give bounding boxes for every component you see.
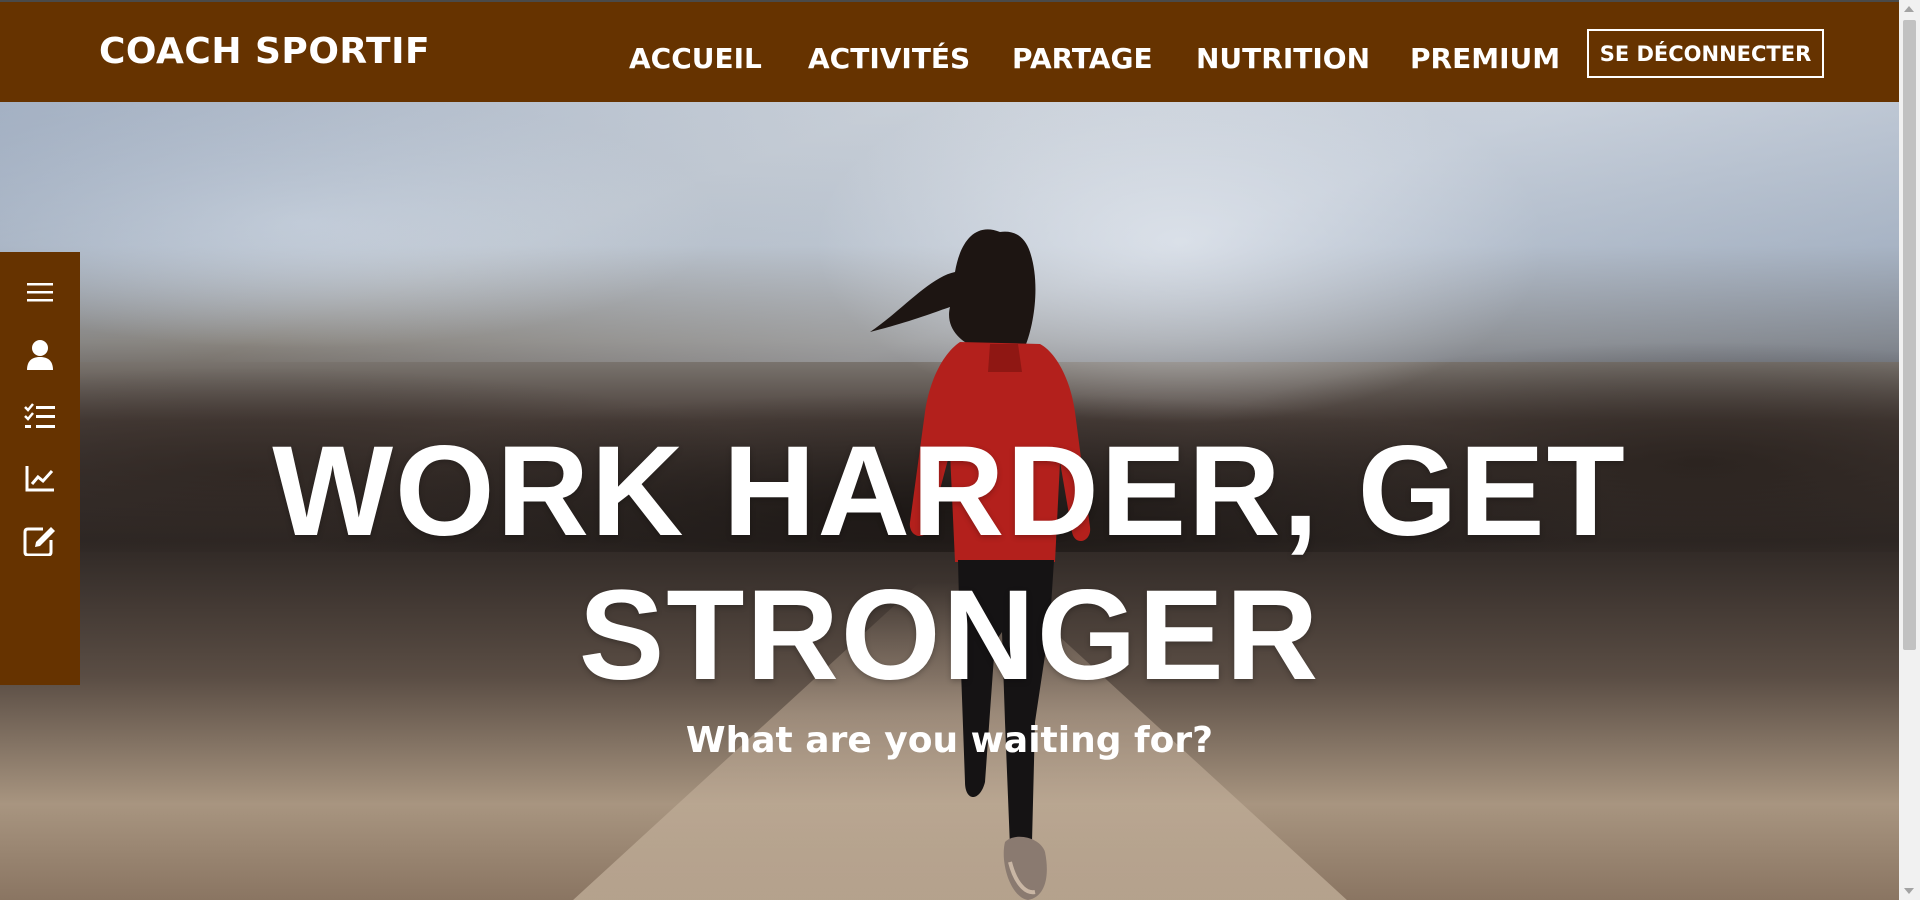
profile-button[interactable] (20, 335, 60, 375)
hero-section: WORK HARDER, GET STRONGER What are you w… (0, 102, 1899, 900)
hero-headline-line-2: STRONGER (578, 564, 1321, 707)
brand-logo-text[interactable]: COACH SPORTIF (99, 31, 430, 72)
hero-headline-line-1: WORK HARDER, GET (272, 420, 1627, 563)
hero-subheadline: What are you waiting for? (685, 720, 1214, 761)
nav-item-premium[interactable]: PREMIUM (1410, 42, 1560, 75)
nav-item-partage[interactable]: PARTAGE (1012, 42, 1153, 75)
scrollbar-thumb[interactable] (1903, 20, 1916, 650)
page-scrollbar[interactable] (1899, 0, 1920, 900)
scroll-up-arrow-icon[interactable] (1904, 6, 1914, 12)
menu-button[interactable] (20, 272, 60, 312)
scroll-down-arrow-icon[interactable] (1904, 888, 1914, 894)
checklist-icon (24, 403, 55, 428)
nav-item-nutrition[interactable]: NUTRITION (1196, 42, 1370, 75)
logout-button[interactable]: SE DÉCONNECTER (1587, 29, 1824, 78)
left-sidebar (0, 252, 80, 685)
tasks-button[interactable] (20, 397, 60, 437)
nav-item-accueil[interactable]: ACCUEIL (629, 42, 762, 75)
user-icon (27, 340, 53, 370)
chart-line-icon (25, 466, 54, 492)
hero-headline: WORK HARDER, GET STRONGER (0, 420, 1899, 708)
menu-icon (27, 283, 53, 302)
edit-icon (23, 527, 55, 556)
nav-item-activites[interactable]: ACTIVITÉS (808, 42, 970, 75)
edit-button[interactable] (20, 520, 60, 560)
top-navbar: COACH SPORTIF ACCUEIL ACTIVITÉS PARTAGE … (0, 0, 1899, 102)
stats-button[interactable] (20, 458, 60, 498)
